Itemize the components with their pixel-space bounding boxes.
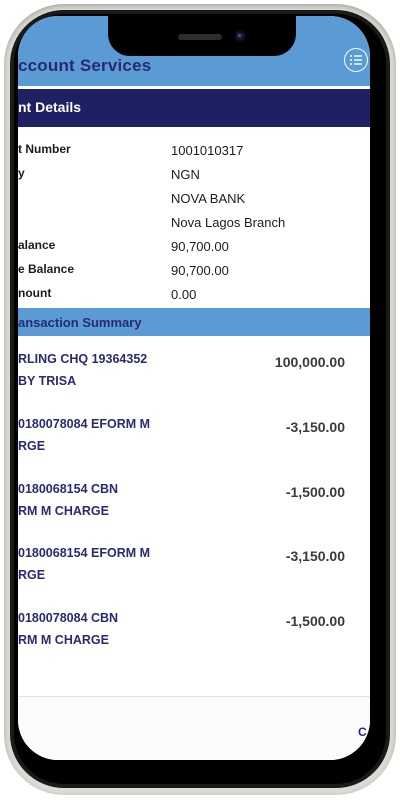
detail-label-balance: alance xyxy=(18,238,56,252)
transaction-row[interactable]: 0180068154 EFORM M RGE -3,150.00 xyxy=(18,542,370,592)
transaction-description: RLING CHQ 19364352 BY TRISA xyxy=(18,348,218,392)
transaction-desc-line2: RM M CHARGE xyxy=(18,504,109,518)
transaction-desc-line2: BY TRISA xyxy=(18,374,77,388)
account-services-view: ccount Services nt Details t Number 1001… xyxy=(18,16,370,760)
transaction-description: 0180078084 EFORM M RGE xyxy=(18,413,218,457)
transaction-desc-line1: 0180068154 CBN xyxy=(18,482,119,496)
detail-value-branch: Nova Lagos Branch xyxy=(171,215,286,230)
transaction-amount: -1,500.00 xyxy=(285,484,345,500)
speaker-grille xyxy=(178,34,222,40)
transaction-row[interactable]: RLING CHQ 19364352 BY TRISA 100,000.00 xyxy=(18,348,370,398)
menu-list-icon xyxy=(350,55,362,65)
detail-label-amount: nount xyxy=(18,286,52,300)
transaction-desc-line1: 0180068154 EFORM M xyxy=(18,546,151,560)
transaction-amount: -3,150.00 xyxy=(285,419,345,435)
transaction-desc-line1: 0180078084 CBN xyxy=(18,611,119,625)
transaction-row[interactable]: 0180068154 CBN RM M CHARGE -1,500.00 xyxy=(18,478,370,528)
transaction-row[interactable]: 0180078084 EFORM M RGE -3,150.00 xyxy=(18,413,370,463)
detail-value-account-number: 1001010317 xyxy=(171,143,244,158)
transaction-summary-title: ansaction Summary xyxy=(18,315,142,330)
phone-screen: ccount Services nt Details t Number 1001… xyxy=(18,16,370,760)
detail-value-currency: NGN xyxy=(171,167,200,182)
detail-value-amount: 0.00 xyxy=(171,287,197,302)
detail-label-account-number: t Number xyxy=(18,142,71,156)
detail-value-available-balance: 90,700.00 xyxy=(171,263,229,278)
close-button[interactable]: C xyxy=(358,725,367,739)
detail-value-bank: NOVA BANK xyxy=(171,191,246,206)
transaction-desc-line2: RGE xyxy=(18,439,46,453)
transaction-description: 0180068154 EFORM M RGE xyxy=(18,542,218,586)
menu-button[interactable] xyxy=(344,48,368,72)
transaction-desc-line2: RGE xyxy=(18,568,46,582)
transaction-amount: 100,000.00 xyxy=(274,354,345,370)
account-details-title: nt Details xyxy=(18,99,82,115)
transaction-description: 0180078084 CBN RM M CHARGE xyxy=(18,607,218,651)
transaction-row[interactable]: 0180078084 CBN RM M CHARGE -1,500.00 xyxy=(18,607,370,657)
transaction-description: 0180068154 CBN RM M CHARGE xyxy=(18,478,218,522)
detail-label-currency: y xyxy=(18,166,25,180)
detail-value-balance: 90,700.00 xyxy=(171,239,229,254)
account-details-header: nt Details xyxy=(18,89,370,127)
transaction-desc-line1: 0180078084 EFORM M xyxy=(18,417,151,431)
transaction-desc-line1: RLING CHQ 19364352 xyxy=(18,352,148,366)
transaction-amount: -3,150.00 xyxy=(285,548,345,564)
camera-lens xyxy=(238,34,241,37)
transaction-summary-header: ansaction Summary xyxy=(18,308,370,336)
transaction-amount: -1,500.00 xyxy=(285,613,345,629)
detail-label-available-balance: e Balance xyxy=(18,262,75,276)
page-title: ccount Services xyxy=(18,56,152,75)
transaction-desc-line2: RM M CHARGE xyxy=(18,633,109,647)
footer-area xyxy=(18,697,370,760)
